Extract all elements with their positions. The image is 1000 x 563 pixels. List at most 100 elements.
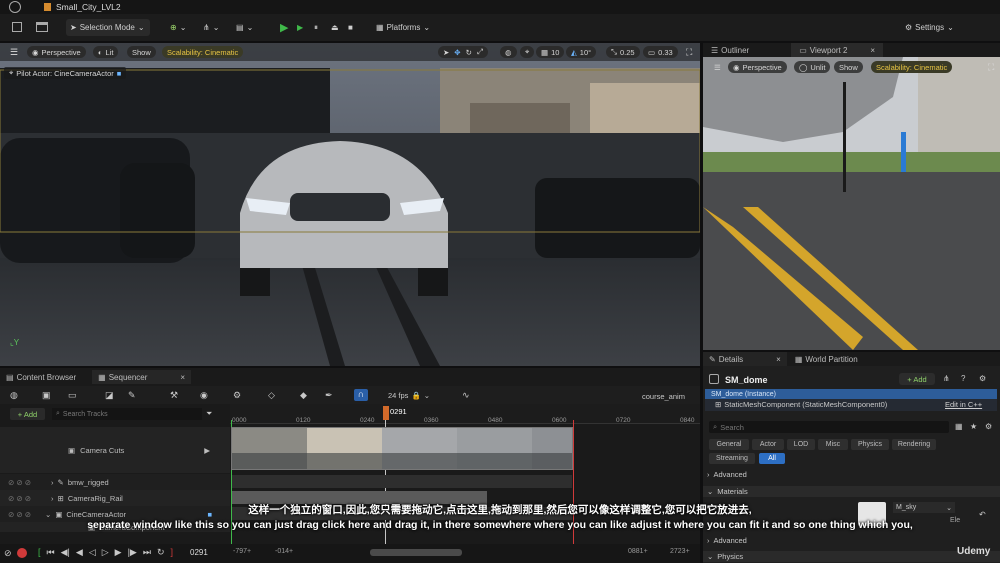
- section-physics-header[interactable]: ⌄ Physics: [703, 551, 1000, 562]
- close-icon[interactable]: ×: [776, 355, 781, 364]
- play-reverse-icon[interactable]: ◁: [89, 547, 96, 558]
- section-materials-header[interactable]: ⌄ Materials: [703, 486, 1000, 497]
- filter-actor[interactable]: Actor: [752, 439, 784, 450]
- viewport2-menu-icon[interactable]: ☰: [709, 61, 726, 73]
- add-track-button[interactable]: + Add: [10, 408, 45, 420]
- frame-counter[interactable]: 0291: [190, 548, 208, 557]
- details-add-button[interactable]: + Add: [899, 373, 935, 385]
- add-content-button[interactable]: ⊕ ⌄: [170, 19, 186, 36]
- viewport2-unlit-button[interactable]: ◯ Unlit: [794, 61, 831, 73]
- grid-view-icon[interactable]: ▦: [955, 422, 963, 431]
- curve-editor-icon[interactable]: ✒: [325, 390, 333, 401]
- keyframe-icon[interactable]: ◇: [268, 390, 275, 401]
- jump-end-icon[interactable]: ⏭: [143, 547, 151, 558]
- edit-icon[interactable]: ✎: [128, 390, 136, 401]
- curve-icon[interactable]: ∿: [462, 390, 470, 401]
- stop-button[interactable]: ■: [348, 19, 353, 36]
- set-end-icon[interactable]: ]: [171, 547, 174, 558]
- view-options-icon[interactable]: ◉: [200, 390, 208, 401]
- perspective-button[interactable]: ◉ Perspective: [27, 46, 86, 58]
- viewport-menu-icon[interactable]: ☰: [10, 47, 18, 57]
- step-back-icon[interactable]: ◀: [76, 547, 83, 558]
- edit-cpp-link[interactable]: Edit in C++: [945, 400, 982, 409]
- selection-mode-dropdown[interactable]: ➤ Selection Mode ⌄: [66, 19, 150, 36]
- world-icon[interactable]: ◍: [10, 390, 18, 401]
- settings-icon[interactable]: ⚙: [979, 374, 986, 383]
- track-bmw-rigged[interactable]: ⊘ ⊘ ⊘ › ✎ bmw_rigged: [0, 474, 230, 490]
- filter-physics[interactable]: Physics: [851, 439, 889, 450]
- instance-row[interactable]: SM_dome (Instance): [705, 389, 997, 399]
- cinematics-button[interactable]: ▤ ⌄: [236, 19, 253, 36]
- play-button[interactable]: ▶: [280, 19, 288, 36]
- filter-general[interactable]: General: [709, 439, 749, 450]
- camera-cut-add-icon[interactable]: ▶: [204, 446, 210, 455]
- prev-key-icon[interactable]: ◀|: [61, 547, 70, 558]
- play-icon[interactable]: ▷: [102, 547, 109, 558]
- transform-tools[interactable]: ➤ ✥ ↻ ⤢: [438, 46, 488, 58]
- scalability-badge[interactable]: Scalability: Cinematic: [162, 46, 244, 58]
- timeline-scrollbar[interactable]: [370, 549, 462, 556]
- tab-content-browser[interactable]: ▤ Content Browser: [0, 373, 82, 382]
- second-viewport[interactable]: ☰ ◉ Perspective ◯ Unlit Show Scalability: …: [703, 57, 1000, 350]
- viewport2-maximize-icon[interactable]: ⛶: [988, 62, 994, 73]
- close-icon[interactable]: ×: [180, 373, 185, 382]
- blueprint-add-icon[interactable]: ⋔: [943, 374, 950, 383]
- track-bar-bmw[interactable]: [232, 475, 572, 488]
- record-settings-icon[interactable]: ⊘: [4, 548, 12, 559]
- filter-icon[interactable]: ⏷: [206, 409, 212, 419]
- world-local-button[interactable]: ◍: [500, 46, 517, 58]
- set-start-icon[interactable]: [: [38, 547, 41, 558]
- loop-icon[interactable]: ↻: [157, 547, 165, 558]
- range-end[interactable]: 0881+: [628, 548, 648, 555]
- filter-rendering[interactable]: Rendering: [892, 439, 936, 450]
- track-search-input[interactable]: ⌕ Search Tracks: [52, 408, 202, 420]
- range-start-2[interactable]: -014+: [275, 548, 293, 555]
- show-button[interactable]: Show: [127, 46, 156, 58]
- playback-options-icon[interactable]: ⚙: [233, 390, 241, 401]
- range-start[interactable]: -797+: [233, 548, 251, 555]
- tab-sequencer[interactable]: ▦ Sequencer ×: [92, 370, 192, 384]
- next-key-icon[interactable]: |▶: [128, 547, 137, 558]
- filter-misc[interactable]: Misc: [818, 439, 848, 450]
- expand-icon[interactable]: ›: [51, 478, 54, 487]
- viewport2-scalability-badge[interactable]: Scalability: Cinematic: [871, 61, 953, 73]
- blueprints-button[interactable]: ⋔ ⌄: [203, 19, 219, 36]
- key-add-icon[interactable]: ◆: [300, 390, 307, 401]
- viewport2-perspective-button[interactable]: ◉ Perspective: [728, 61, 787, 73]
- tab-world-partition[interactable]: ▦ World Partition: [787, 355, 866, 364]
- content-icon[interactable]: [36, 22, 48, 32]
- favorite-icon[interactable]: ★: [970, 422, 977, 431]
- details-settings-icon[interactable]: ⚙: [985, 422, 992, 431]
- fps-dropdown[interactable]: 24 fps 🔒 ⌄: [388, 391, 430, 400]
- platforms-dropdown[interactable]: ▦ Platforms ⌄: [376, 19, 430, 36]
- filter-all[interactable]: All: [759, 453, 785, 464]
- tab-viewport-2[interactable]: ▭ Viewport 2 ×: [791, 43, 884, 57]
- play-options-button[interactable]: ▶: [297, 19, 303, 36]
- scale-snap-button[interactable]: ⤡ 0.25: [606, 46, 640, 58]
- actions-icon[interactable]: ⚒: [170, 390, 178, 401]
- help-icon[interactable]: ?: [961, 374, 965, 383]
- pause-button[interactable]: ⏸: [314, 19, 318, 36]
- maximize-icon[interactable]: ⛶: [686, 47, 692, 58]
- magnet-snap-button[interactable]: ∩: [354, 389, 368, 401]
- time-ruler[interactable]: 0000 0120 0240 0360 0480 0600 0720 0840: [230, 404, 700, 424]
- angle-snap-button[interactable]: ◭ 10°: [566, 46, 597, 58]
- step-forward-icon[interactable]: ▶: [115, 547, 122, 558]
- tab-details[interactable]: ✎ Details ×: [703, 352, 787, 366]
- grid-snap-button[interactable]: ▦ 10: [536, 46, 565, 58]
- viewport2-show-button[interactable]: Show: [834, 61, 863, 73]
- main-viewport[interactable]: ☰ ◉ Perspective ◐ Lit Show Scalability: Ci…: [0, 43, 700, 366]
- render-icon[interactable]: ▭: [68, 390, 77, 401]
- lit-button[interactable]: ◐ Lit: [93, 46, 119, 58]
- save-icon[interactable]: [12, 22, 22, 32]
- playhead-marker[interactable]: [383, 406, 389, 420]
- section-advanced-2[interactable]: › Advanced: [707, 536, 747, 545]
- camera-cut-icon[interactable]: ◪: [105, 390, 114, 401]
- jump-start-icon[interactable]: ⏮: [47, 547, 55, 558]
- surface-snap-button[interactable]: ⌖: [520, 46, 535, 58]
- component-row[interactable]: ⊞ StaticMeshComponent (StaticMeshComponen…: [715, 400, 887, 409]
- tab-outliner[interactable]: ☰ Outliner: [703, 46, 757, 55]
- close-icon[interactable]: ×: [870, 46, 875, 55]
- eject-pilot-icon[interactable]: ■: [117, 69, 122, 78]
- save-sequence-icon[interactable]: ▣: [42, 390, 51, 401]
